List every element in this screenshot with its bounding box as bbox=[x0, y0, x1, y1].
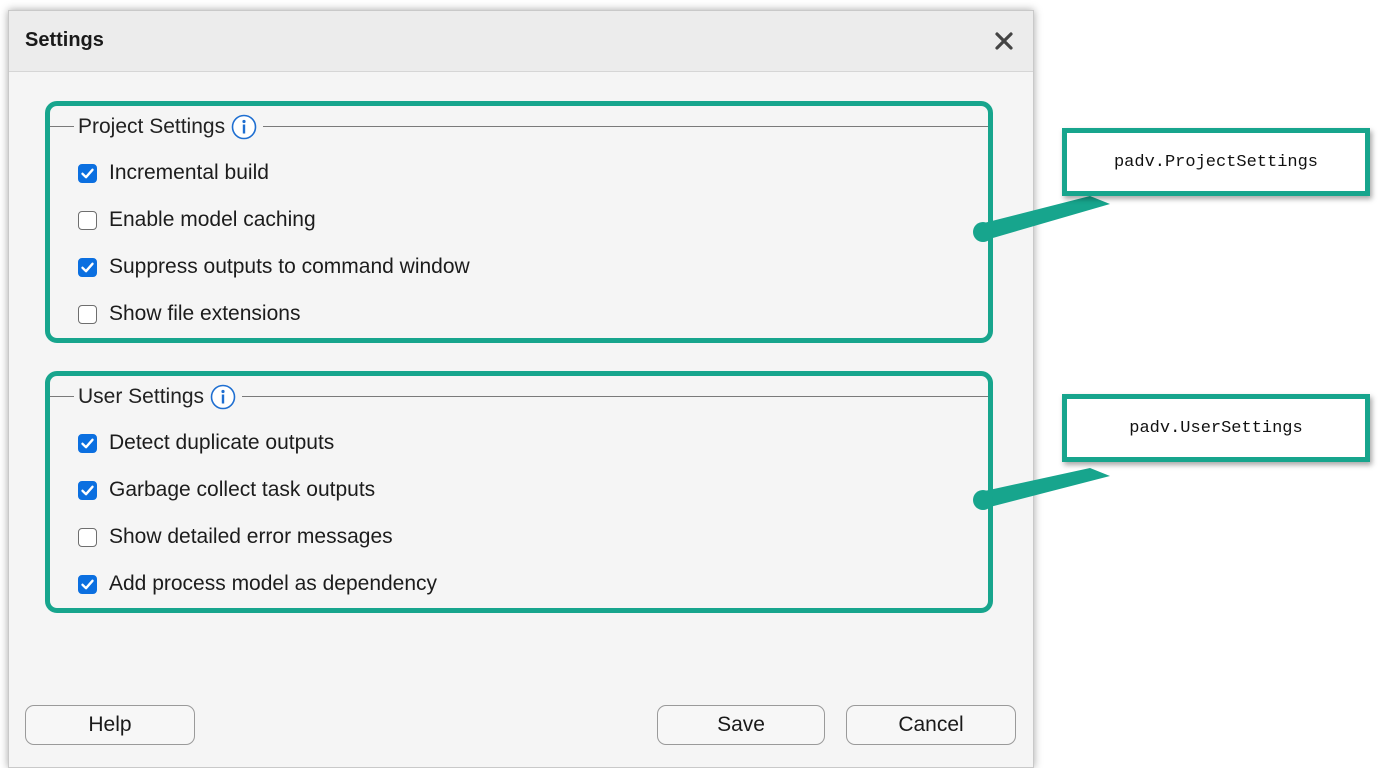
dialog-title: Settings bbox=[25, 29, 104, 51]
checkbox-suppress-outputs[interactable]: Suppress outputs to command window bbox=[78, 255, 470, 279]
checkbox[interactable] bbox=[78, 257, 97, 277]
info-icon[interactable] bbox=[210, 384, 236, 410]
dialog-titlebar: Settings bbox=[9, 11, 1033, 72]
callout-project-text: padv.ProjectSettings bbox=[1113, 152, 1319, 172]
checkbox-label: Add process model as dependency bbox=[109, 572, 438, 595]
callout-user-text: padv.UserSettings bbox=[1129, 418, 1303, 438]
checkbox[interactable] bbox=[78, 433, 97, 453]
checkbox-show-file-extensions[interactable]: Show file extensions bbox=[78, 302, 300, 326]
checkbox-add-process-model[interactable]: Add process model as dependency bbox=[78, 572, 437, 596]
checkbox-label: Detect duplicate outputs bbox=[109, 431, 335, 454]
checkbox[interactable] bbox=[78, 163, 97, 183]
callout-project-settings: padv.ProjectSettings bbox=[1062, 128, 1370, 196]
checkbox-label: Incremental build bbox=[109, 161, 269, 184]
cancel-button[interactable]: Cancel bbox=[846, 705, 1016, 745]
checkbox-incremental-build[interactable]: Incremental build bbox=[78, 161, 269, 185]
checkbox-label: Show file extensions bbox=[109, 302, 301, 325]
checkbox-label: Enable model caching bbox=[109, 208, 316, 231]
save-button[interactable]: Save bbox=[657, 705, 825, 745]
close-icon[interactable] bbox=[989, 26, 1019, 56]
checkmark-icon bbox=[81, 485, 94, 495]
checkbox[interactable] bbox=[78, 574, 97, 594]
project-settings-title: Project Settings bbox=[78, 115, 226, 138]
project-settings-legend: Project Settings bbox=[74, 112, 264, 142]
checkbox[interactable] bbox=[78, 304, 97, 324]
checkbox-enable-model-caching[interactable]: Enable model caching bbox=[78, 208, 316, 232]
checkbox[interactable] bbox=[78, 210, 97, 230]
user-settings-title: User Settings bbox=[78, 385, 205, 408]
checkbox-show-detailed-errors[interactable]: Show detailed error messages bbox=[78, 525, 393, 549]
checkbox-garbage-collect[interactable]: Garbage collect task outputs bbox=[78, 478, 375, 502]
user-settings-legend: User Settings bbox=[74, 382, 243, 412]
checkbox-detect-duplicate-outputs[interactable]: Detect duplicate outputs bbox=[78, 431, 334, 455]
checkbox[interactable] bbox=[78, 527, 97, 547]
checkbox-label: Show detailed error messages bbox=[109, 525, 393, 548]
help-button[interactable]: Help bbox=[25, 705, 195, 745]
project-settings-group: Project Settings Incremental build Enabl… bbox=[45, 101, 993, 343]
settings-dialog: Settings Project Settings Incremental bu… bbox=[8, 10, 1034, 768]
checkmark-icon bbox=[81, 579, 94, 589]
checkmark-icon bbox=[81, 168, 94, 178]
checkbox-label: Garbage collect task outputs bbox=[109, 478, 376, 501]
checkbox[interactable] bbox=[78, 480, 97, 500]
checkmark-icon bbox=[81, 262, 94, 272]
user-settings-group: User Settings Detect duplicate outputs G… bbox=[45, 371, 993, 613]
info-icon[interactable] bbox=[231, 114, 257, 140]
checkbox-label: Suppress outputs to command window bbox=[109, 255, 470, 278]
callout-user-settings: padv.UserSettings bbox=[1062, 394, 1370, 462]
checkmark-icon bbox=[81, 438, 94, 448]
